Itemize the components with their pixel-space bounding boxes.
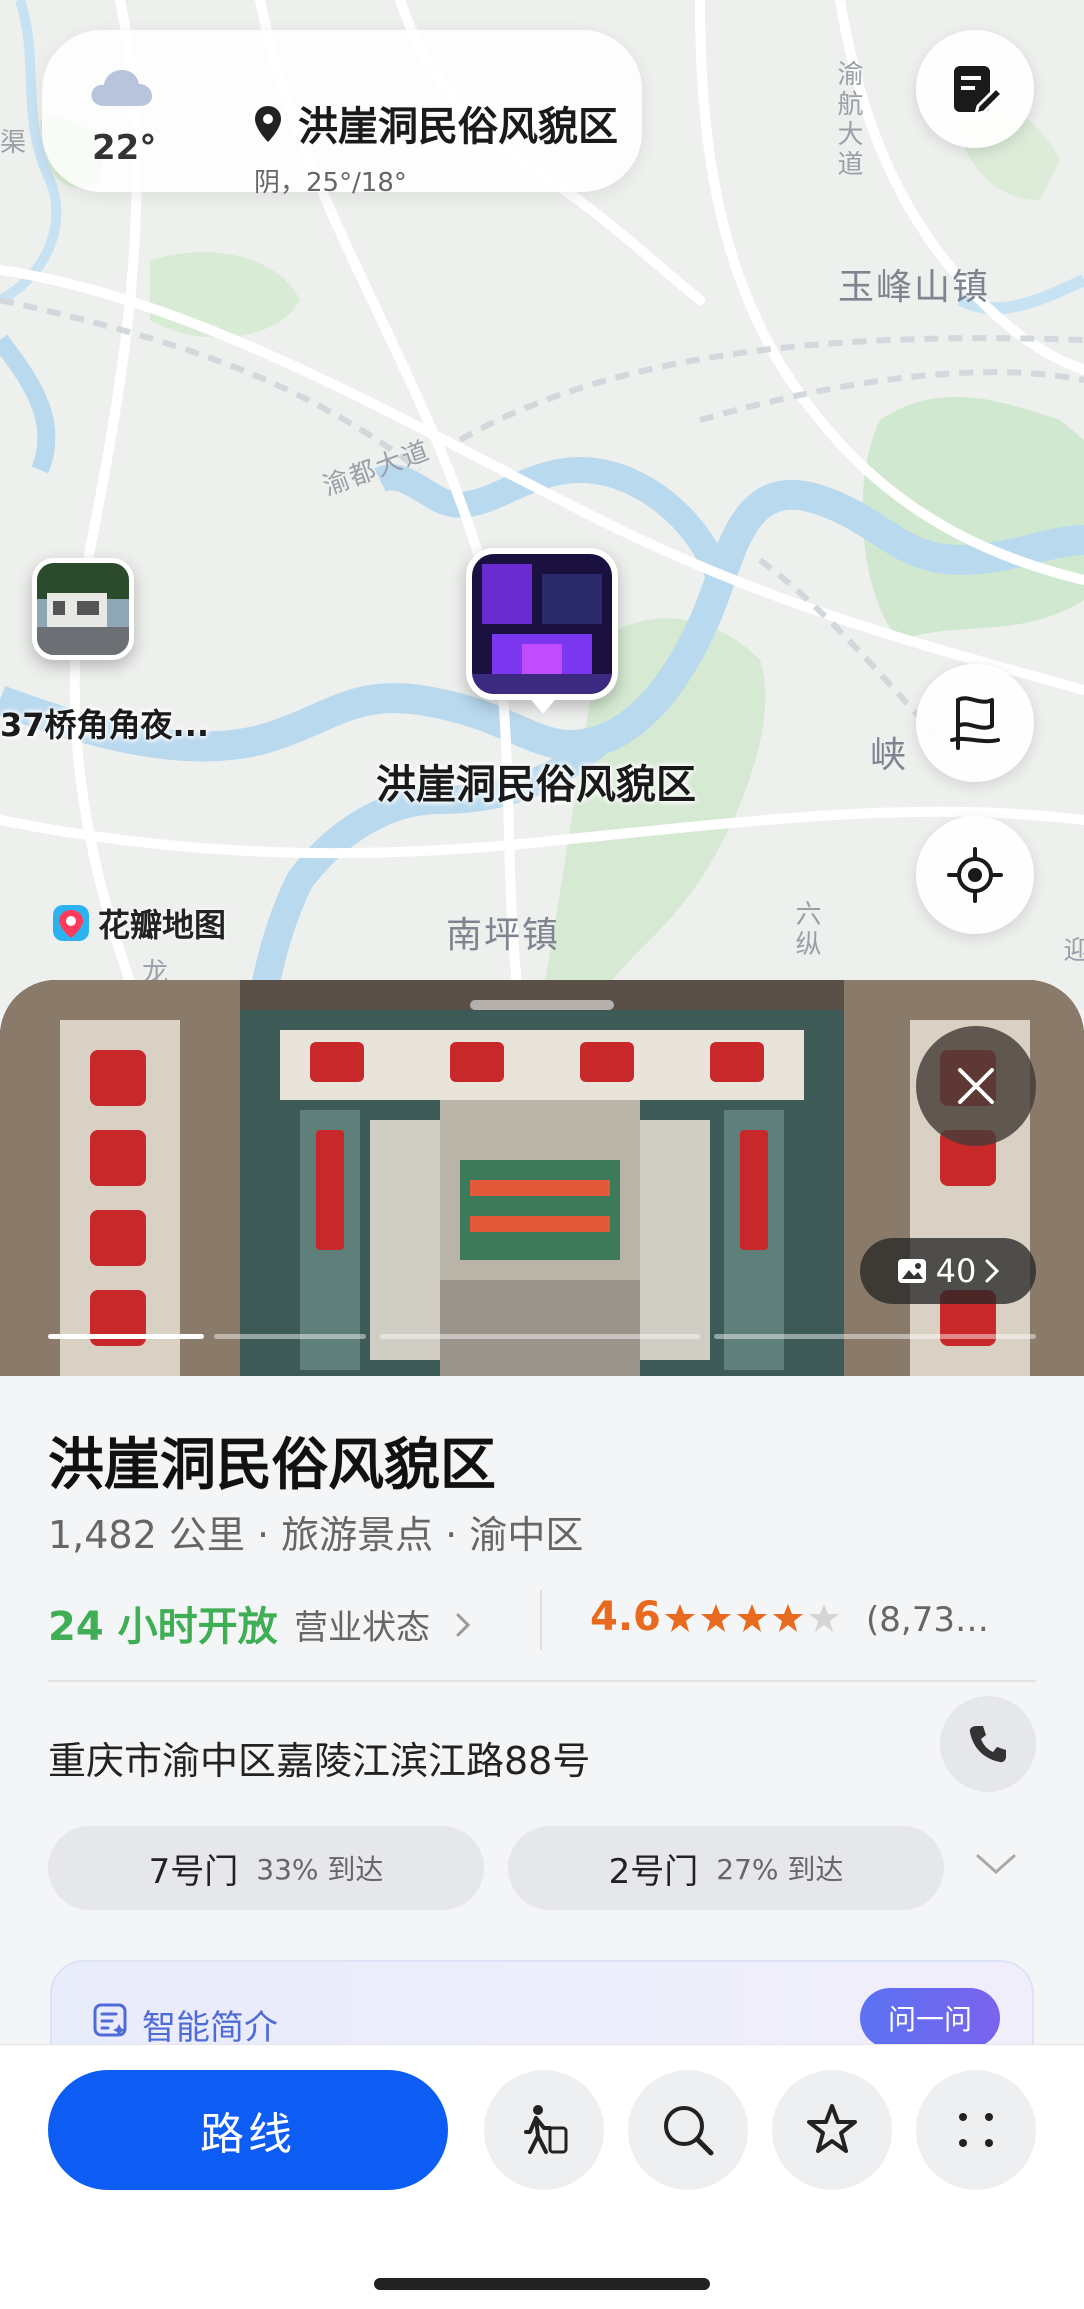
map-label-left: 渠 [0, 128, 29, 158]
location-pin-icon [255, 106, 281, 142]
map-label-yuhang: 渝航大道 [833, 60, 863, 180]
star-full-icon [737, 1604, 767, 1632]
poi-label-side[interactable]: 37桥角角夜... [0, 700, 209, 746]
chevron-right-icon [456, 1613, 470, 1636]
map-layers-button[interactable] [916, 664, 1034, 782]
rating-stars [664, 1602, 844, 1634]
place-title: 洪崖洞民俗风貌区 [48, 1433, 496, 1498]
gate-name: 2号门 [608, 1851, 699, 1892]
carousel-indicator-3 [714, 1334, 1036, 1339]
place-photo-carousel[interactable] [0, 980, 1084, 1376]
brand-name: 花瓣地图 [98, 906, 227, 944]
divider [48, 1680, 1036, 1682]
poi-pointer [528, 696, 558, 714]
chevron-right-icon [985, 1259, 1000, 1283]
phone-icon [969, 1726, 1006, 1763]
poi-photo-side [37, 563, 129, 655]
weather-condition: 阴，25°/18° [254, 168, 407, 198]
business-status-label: 营业状态 [294, 1608, 430, 1648]
more-grid-icon [959, 2113, 993, 2147]
carousel-indicator-2 [380, 1334, 700, 1339]
place-address[interactable]: 重庆市渝中区嘉陵江滨江路88号 [48, 1730, 590, 1785]
gate-percent: 27% 到达 [716, 1853, 844, 1886]
my-location-button[interactable] [916, 816, 1034, 934]
weather-temperature: 22° [92, 128, 157, 168]
poi-label-main[interactable]: 洪崖洞民俗风貌区 [376, 752, 696, 810]
cloud-icon [91, 70, 152, 106]
search-icon [664, 2106, 714, 2156]
weather-location-card[interactable]: 22° 洪崖洞民俗风貌区 阴，25°/18° [42, 30, 642, 198]
ask-button[interactable]: 问一问 [860, 1988, 1000, 2048]
divider [540, 1590, 542, 1650]
image-icon [897, 1259, 926, 1283]
close-icon [958, 1068, 994, 1104]
weather-place-name: 洪崖洞民俗风貌区 [298, 104, 618, 150]
edit-note-icon [954, 66, 1004, 117]
star-empty-icon [809, 1604, 839, 1632]
walking-person-icon [524, 2105, 568, 2154]
map-label-nanping: 南坪镇 [446, 915, 561, 956]
chevron-down-icon[interactable] [974, 1850, 1018, 1878]
map-label-liuzong: 六纵 [791, 900, 821, 960]
home-indicator[interactable] [374, 2278, 710, 2290]
photo-count: 40 [935, 1252, 977, 1290]
business-status-link[interactable]: 营业状态 [294, 1600, 470, 1649]
locate-icon [947, 847, 1003, 903]
call-button[interactable] [940, 1696, 1036, 1792]
route-button[interactable]: 路线 [48, 2070, 448, 2190]
map-label-xia: 峡 [870, 735, 909, 776]
opening-hours: 24 小时开放 [48, 1604, 278, 1650]
review-count[interactable]: (8,73… [866, 1600, 1006, 1640]
walk-guide-button[interactable] [484, 2070, 604, 2190]
rating-score[interactable]: 4.6 [590, 1594, 661, 1640]
place-photo [0, 980, 1084, 1376]
petal-maps-logo-icon [53, 905, 89, 941]
sheet-drag-handle[interactable] [470, 1000, 614, 1010]
map-brand: 花瓣地图 [52, 900, 226, 946]
star-full-icon [773, 1604, 803, 1632]
poi-thumbnail-side[interactable] [32, 558, 134, 660]
photo-gallery-button[interactable]: 40 [860, 1238, 1036, 1304]
feedback-button[interactable] [916, 30, 1034, 148]
ai-summary-icon [93, 2003, 127, 2037]
flag-icon [950, 696, 1000, 750]
star-outline-icon [807, 2104, 857, 2153]
gate-option-2[interactable]: 2号门 27% 到达 [508, 1826, 944, 1910]
star-full-icon [701, 1604, 731, 1632]
poi-thumbnail-main[interactable] [466, 548, 618, 700]
favorite-button[interactable] [772, 2070, 892, 2190]
gate-name: 7号门 [148, 1851, 239, 1892]
smart-intro-label: 智能简介 [142, 2008, 278, 2048]
close-button[interactable] [916, 1026, 1036, 1146]
star-full-icon [665, 1604, 695, 1632]
carousel-indicator-1 [214, 1334, 366, 1339]
map-label-jin: 迎 [1059, 936, 1084, 966]
gate-percent: 33% 到达 [256, 1853, 384, 1886]
more-button[interactable] [916, 2070, 1036, 2190]
map-label-yufeng: 玉峰山镇 [838, 267, 991, 308]
poi-photo-main [472, 554, 612, 694]
place-meta: 1,482 公里 · 旅游景点 · 渝中区 [48, 1513, 584, 1557]
search-nearby-button[interactable] [628, 2070, 748, 2190]
carousel-indicator-active [48, 1334, 204, 1339]
gate-option-7[interactable]: 7号门 33% 到达 [48, 1826, 484, 1910]
